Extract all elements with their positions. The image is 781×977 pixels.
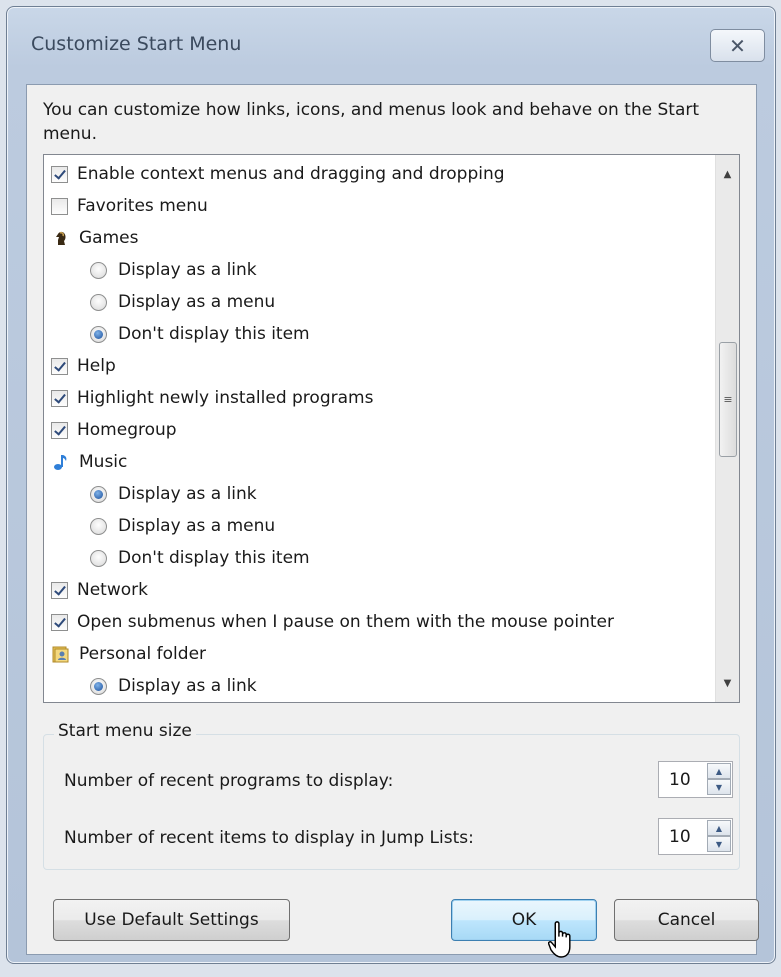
option-label: Games [79,228,139,248]
scroll-down-arrow-icon[interactable]: ▼ [716,672,739,694]
radio-unselected[interactable] [90,517,107,535]
scroll-thumb[interactable]: ≡ [719,342,737,457]
radio-unselected[interactable] [90,549,107,567]
radio-selected[interactable] [90,325,107,343]
checkbox-checked[interactable] [51,613,68,631]
option-label: Display as a link [118,260,257,280]
checkbox-unchecked[interactable] [51,197,68,215]
jump-list-stepper[interactable]: 10 ▲ ▼ [658,818,733,855]
option-radio-row[interactable]: Display as a link [44,670,715,702]
dialog-title: Customize Start Menu [31,33,242,55]
option-radio-row[interactable]: Display as a menu [44,510,715,542]
option-checkbox-row[interactable]: Highlight newly installed programs [44,382,715,414]
checkbox-checked[interactable] [51,421,68,439]
recent-programs-down-icon[interactable]: ▼ [707,779,731,795]
options-list: Enable context menus and dragging and dr… [44,158,715,702]
recent-programs-value[interactable]: 10 [669,770,691,790]
checkbox-checked[interactable] [51,357,68,375]
games-icon [51,228,71,248]
dialog-window: Customize Start Menu ✕ You can customize… [6,6,776,964]
option-radio-row[interactable]: Display as a link [44,478,715,510]
option-label: Display as a link [118,484,257,504]
option-label: Display as a link [118,676,257,696]
checkbox-checked[interactable] [51,389,68,407]
option-checkbox-row[interactable]: Open submenus when I pause on them with … [44,606,715,638]
personal-folder-icon [51,644,71,664]
option-checkbox-row[interactable]: Enable context menus and dragging and dr… [44,158,715,190]
use-default-settings-button[interactable]: Use Default Settings [53,899,290,941]
jump-list-down-icon[interactable]: ▼ [707,836,731,852]
dialog-client-area: You can customize how links, icons, and … [26,84,759,955]
option-radio-row[interactable]: Don't display this item [44,318,715,350]
option-checkbox-row[interactable]: Homegroup [44,414,715,446]
start-menu-size-label: Start menu size [54,721,196,741]
option-group-header: Games [44,222,715,254]
option-label: Display as a menu [118,516,276,536]
option-group-header: Music [44,446,715,478]
option-label: Music [79,452,128,472]
option-label: Homegroup [77,420,177,440]
option-label: Personal folder [79,644,207,664]
mouse-pointer-icon [548,921,571,958]
close-button[interactable]: ✕ [710,29,765,62]
options-scrollbar[interactable]: ▲ ≡ ▼ [715,155,739,702]
option-label: Help [77,356,116,376]
option-checkbox-row[interactable]: Favorites menu [44,190,715,222]
start-menu-size-group: Start menu size Number of recent program… [43,721,740,870]
cancel-button[interactable]: Cancel [614,899,759,941]
option-radio-row[interactable]: Don't display this item [44,542,715,574]
option-label: Display as a menu [118,292,276,312]
recent-programs-stepper[interactable]: 10 ▲ ▼ [658,761,733,798]
close-icon: ✕ [729,33,746,58]
intro-text: You can customize how links, icons, and … [43,100,700,144]
radio-selected[interactable] [90,485,107,503]
scroll-up-arrow-icon[interactable]: ▲ [716,163,739,185]
option-label: Network [77,580,148,600]
radio-unselected[interactable] [90,261,107,279]
recent-programs-label: Number of recent programs to display: [64,771,394,791]
radio-selected[interactable] [90,677,107,695]
checkbox-checked[interactable] [51,581,68,599]
recent-programs-up-icon[interactable]: ▲ [707,763,731,779]
options-listbox[interactable]: Enable context menus and dragging and dr… [43,154,740,703]
option-radio-row[interactable]: Display as a link [44,254,715,286]
jump-list-label: Number of recent items to display in Jum… [64,828,474,848]
option-label: Open submenus when I pause on them with … [77,612,614,632]
jump-list-value[interactable]: 10 [669,827,691,847]
option-checkbox-row[interactable]: Help [44,350,715,382]
option-label: Don't display this item [118,324,310,344]
option-group-header: Personal folder [44,638,715,670]
option-label: Highlight newly installed programs [77,388,374,408]
option-label: Favorites menu [77,196,208,216]
radio-unselected[interactable] [90,293,107,311]
option-label: Don't display this item [118,548,310,568]
checkbox-checked[interactable] [51,165,68,183]
jump-list-up-icon[interactable]: ▲ [707,820,731,836]
music-note-icon [51,452,71,472]
option-checkbox-row[interactable]: Network [44,574,715,606]
option-radio-row[interactable]: Display as a menu [44,286,715,318]
option-label: Enable context menus and dragging and dr… [77,164,505,184]
